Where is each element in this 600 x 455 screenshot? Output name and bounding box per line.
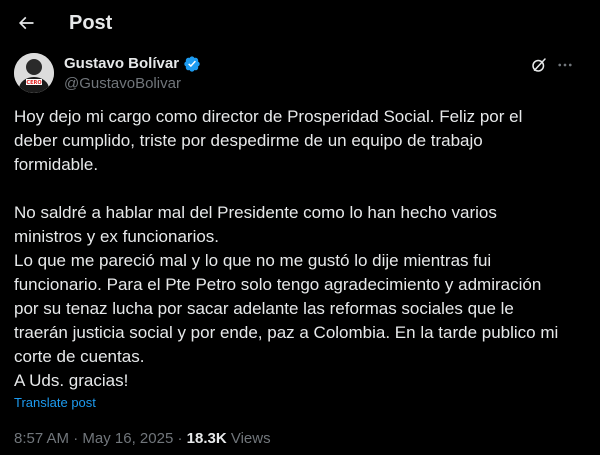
avatar[interactable]: CERO bbox=[14, 53, 54, 93]
views-count[interactable]: 18.3K bbox=[187, 430, 227, 447]
avatar-text: CERO bbox=[26, 80, 41, 86]
post-line: Lo que me pareció mal y lo que no me gus… bbox=[14, 251, 492, 270]
top-bar: Post bbox=[0, 0, 600, 46]
post-line: deber cumplido, triste por despedirme de… bbox=[14, 131, 483, 150]
more-options-button[interactable] bbox=[554, 54, 576, 76]
avatar-image: CERO bbox=[14, 53, 54, 93]
post-line: Hoy dejo mi cargo como director de Prosp… bbox=[14, 107, 523, 126]
post-line: ministros y ex funcionarios. bbox=[14, 227, 220, 246]
post-line: corte de cuentas. bbox=[14, 347, 145, 366]
post-line: formidable. bbox=[14, 155, 99, 174]
post-line: funcionario. Para el Pte Petro solo teng… bbox=[14, 275, 542, 294]
grok-button[interactable] bbox=[528, 54, 550, 76]
meta-separator: · bbox=[173, 430, 187, 447]
post-line: A Uds. gracias! bbox=[14, 371, 129, 390]
verified-badge-icon bbox=[184, 56, 200, 72]
meta-separator: · bbox=[69, 430, 83, 447]
post-text: Hoy dejo mi cargo como director de Prosp… bbox=[14, 105, 586, 393]
post-meta: 8:57 AM · May 16, 2025 · 18.3K Views bbox=[14, 430, 271, 448]
post-line: por su tenaz lucha por sacar adelante la… bbox=[14, 299, 514, 318]
more-horizontal-icon bbox=[558, 63, 572, 67]
page-title: Post bbox=[69, 12, 113, 34]
author-name-row: Gustavo Bolívar bbox=[64, 54, 201, 74]
author-name[interactable]: Gustavo Bolívar bbox=[64, 54, 179, 74]
author-handle[interactable]: @GustavoBolivar bbox=[64, 74, 181, 94]
back-button[interactable] bbox=[8, 5, 44, 41]
views-label: Views bbox=[226, 430, 271, 447]
grok-icon bbox=[532, 58, 546, 72]
post-line: traerán justicia social y por ende, paz … bbox=[14, 323, 559, 342]
translate-post-link[interactable]: Translate post bbox=[14, 395, 96, 411]
arrow-left-icon bbox=[18, 16, 34, 30]
post-date[interactable]: May 16, 2025 bbox=[82, 430, 173, 447]
post-line: No saldré a hablar mal del Presidente co… bbox=[14, 203, 497, 222]
post-time[interactable]: 8:57 AM bbox=[14, 430, 69, 447]
